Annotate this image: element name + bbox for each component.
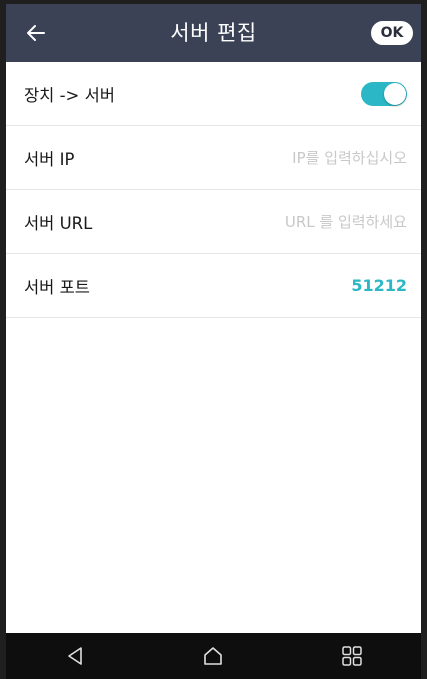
page-title: 서버 편집: [170, 21, 257, 45]
server-ip-placeholder[interactable]: IP를 입력하십시오: [292, 147, 407, 168]
nav-recent-apps-button[interactable]: [322, 636, 382, 676]
row-device-to-server: 장치 -> 서버: [6, 62, 421, 126]
app-bar: 서버 편집 OK: [6, 4, 421, 62]
row-server-port[interactable]: 서버 포트 51212: [6, 254, 421, 318]
nav-home-button[interactable]: [183, 636, 243, 676]
recent-apps-icon: [342, 646, 362, 666]
device-frame: 서버 편집 OK 장치 -> 서버 서버 IP IP를 입력하십시오 서버 UR…: [0, 0, 427, 679]
row-server-url[interactable]: 서버 URL URL 를 입력하세요: [6, 190, 421, 254]
row-label: 서버 포트: [24, 277, 90, 297]
back-triangle-icon: [68, 647, 82, 665]
system-nav-bar: [6, 633, 421, 679]
server-port-value[interactable]: 51212: [351, 276, 407, 295]
ok-button[interactable]: OK: [371, 21, 413, 45]
row-label: 서버 IP: [24, 149, 75, 169]
nav-back-button[interactable]: [45, 636, 105, 676]
device-to-server-toggle[interactable]: [361, 81, 407, 106]
home-icon: [204, 647, 223, 665]
server-url-placeholder[interactable]: URL 를 입력하세요: [285, 211, 407, 232]
toggle-knob: [384, 82, 406, 105]
settings-list: 장치 -> 서버 서버 IP IP를 입력하십시오 서버 URL URL 를 입…: [6, 62, 421, 318]
row-label: 장치 -> 서버: [24, 85, 115, 105]
row-server-ip[interactable]: 서버 IP IP를 입력하십시오: [6, 126, 421, 190]
row-label: 서버 URL: [24, 213, 93, 233]
